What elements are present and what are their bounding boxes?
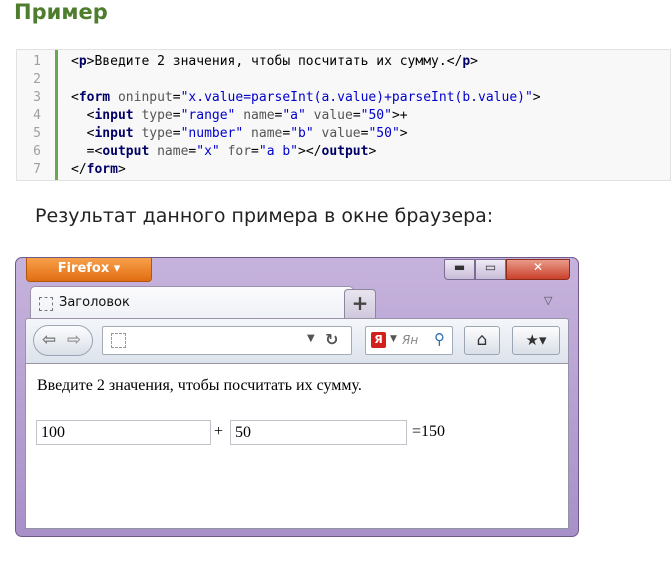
navigation-toolbar: ⇦ ⇨ ▼ ↻ Я ▼ Ян ⚲ ⌂ ★▾ [25,318,569,364]
line-number: 7 [33,162,41,177]
tab-title: Заголовок [59,295,130,310]
site-identity-icon[interactable] [111,333,126,348]
sum-output: =150 [412,423,446,440]
input-a[interactable]: 100 [36,420,211,445]
line-number: 1 [33,54,41,69]
home-icon[interactable]: ⌂ [464,326,500,355]
search-icon[interactable]: ⚲ [434,330,445,348]
result-caption: Результат данного примера в окне браузер… [35,205,494,227]
favicon-placeholder-icon [39,297,53,311]
page-content: Введите 2 значения, чтобы посчитать их с… [25,364,569,529]
tab-list-chevron-icon[interactable]: ▽ [544,294,552,307]
browser-window: Firefox ▾ ▬ ▭ ✕ Заголовок + ▽ ⇦ ⇨ ▼ ↻ Я … [15,257,579,537]
line-number-gutter: 1 2 3 4 5 6 7 [17,50,58,180]
line-number: 5 [33,126,41,141]
line-number: 2 [33,72,41,87]
forward-arrow-icon[interactable]: ⇨ [67,330,81,350]
firefox-menu-button[interactable]: Firefox ▾ [26,258,152,282]
history-dropdown-icon[interactable]: ▼ [307,333,315,344]
section-heading: Пример [14,0,108,24]
bookmarks-icon[interactable]: ★▾ [512,326,560,355]
form-instruction: Введите 2 значения, чтобы посчитать их с… [37,377,362,394]
plus-sign: + [214,423,224,440]
search-bar[interactable]: Я ▼ Ян ⚲ [365,326,453,355]
address-bar[interactable]: ▼ ↻ [102,326,352,355]
minimize-icon[interactable]: ▬ [444,259,475,280]
line-number: 6 [33,144,41,159]
code-line-7: </form> [71,162,126,177]
line-number: 4 [33,108,41,123]
maximize-icon[interactable]: ▭ [475,259,506,280]
line-number: 3 [33,90,41,105]
input-b[interactable]: 50 [230,420,407,445]
close-icon[interactable]: ✕ [506,259,570,280]
yandex-logo-icon[interactable]: Я [371,332,386,348]
reload-icon[interactable]: ↻ [325,330,338,349]
code-line-6: =<output name="x" for="a b"></output> [71,144,377,159]
browser-tab[interactable]: Заголовок [30,286,354,319]
back-arrow-icon[interactable]: ⇦ [42,330,56,350]
code-line-4: <input type="range" name="a" value="50">… [86,108,408,123]
new-tab-button[interactable]: + [344,289,376,319]
code-line-3: <form oninput="x.value=parseInt(a.value)… [71,90,541,105]
code-line-1: <p>Введите 2 значения, чтобы посчитать и… [71,54,478,69]
code-block: 1 2 3 4 5 6 7 <p>Введите 2 значения, что… [16,49,671,181]
search-engine-dropdown-icon[interactable]: ▼ [390,334,397,344]
search-engine-label: Ян [402,333,419,347]
code-line-5: <input type="number" name="b" value="50"… [86,126,408,141]
back-forward-buttons[interactable]: ⇦ ⇨ [33,325,93,356]
